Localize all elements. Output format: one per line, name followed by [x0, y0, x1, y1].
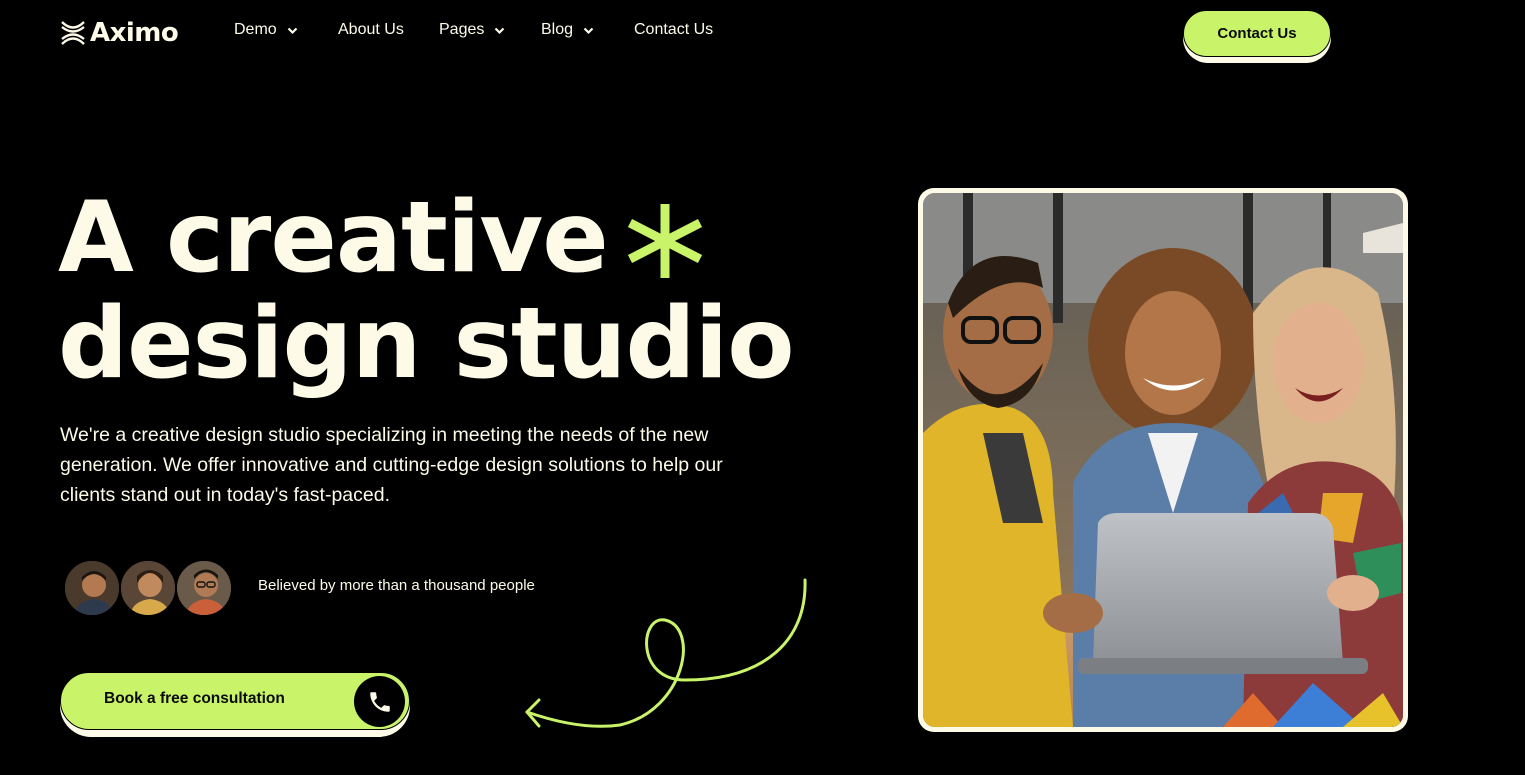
avatar: [119, 559, 177, 617]
nav-item-pages[interactable]: Pages: [439, 21, 541, 39]
nav-item-demo[interactable]: Demo: [234, 21, 338, 39]
nav-item-contact-us[interactable]: Contact Us: [634, 21, 713, 39]
hero-photo: [923, 193, 1403, 727]
nav-label: Pages: [439, 21, 485, 38]
avatar-group: [63, 559, 233, 617]
nav-label: About Us: [338, 21, 404, 38]
aximo-logo-icon: [61, 21, 85, 45]
team-photo-image: [923, 193, 1403, 727]
chevron-down-icon: [495, 27, 505, 35]
avatar: [175, 559, 233, 617]
brand-name: Aximo: [90, 18, 179, 48]
avatar-icon: [177, 561, 231, 615]
hero-title-line-2: design studio: [58, 287, 795, 401]
button-label: Book a free consultation: [104, 690, 285, 707]
header-contact-button[interactable]: Contact Us: [1183, 10, 1331, 63]
avatar: [63, 559, 121, 617]
hero-title: A creative design studio: [58, 181, 795, 401]
chevron-down-icon: [583, 27, 594, 35]
nav-label: Contact Us: [634, 21, 714, 38]
phone-button[interactable]: [354, 676, 405, 727]
hero-title-line-1: A creative: [58, 181, 609, 295]
contact-us-button[interactable]: Contact Us: [1183, 10, 1331, 57]
social-proof-text: Believed by more than a thousand people: [258, 577, 535, 594]
phone-icon: [369, 691, 390, 712]
nav-label: Demo: [234, 21, 277, 38]
main-nav: Demo About Us Pages Blog Contact Us: [234, 21, 713, 39]
curly-arrow-icon: [525, 578, 807, 728]
brand-logo[interactable]: Aximo: [60, 18, 179, 48]
avatar-icon: [121, 561, 175, 615]
book-consultation-face[interactable]: Book a free consultation: [60, 672, 410, 730]
button-label: Contact Us: [1217, 25, 1297, 42]
hero-photo-card: [918, 188, 1408, 732]
book-consultation-button[interactable]: Book a free consultation: [60, 672, 410, 737]
hero-description: We're a creative design studio specializ…: [60, 424, 723, 506]
nav-label: Blog: [541, 21, 574, 38]
chevron-down-icon: [287, 27, 297, 35]
avatar-icon: [65, 561, 119, 615]
nav-item-blog[interactable]: Blog: [541, 21, 634, 39]
asterisk-icon: [627, 204, 702, 278]
nav-item-about-us[interactable]: About Us: [338, 21, 439, 39]
